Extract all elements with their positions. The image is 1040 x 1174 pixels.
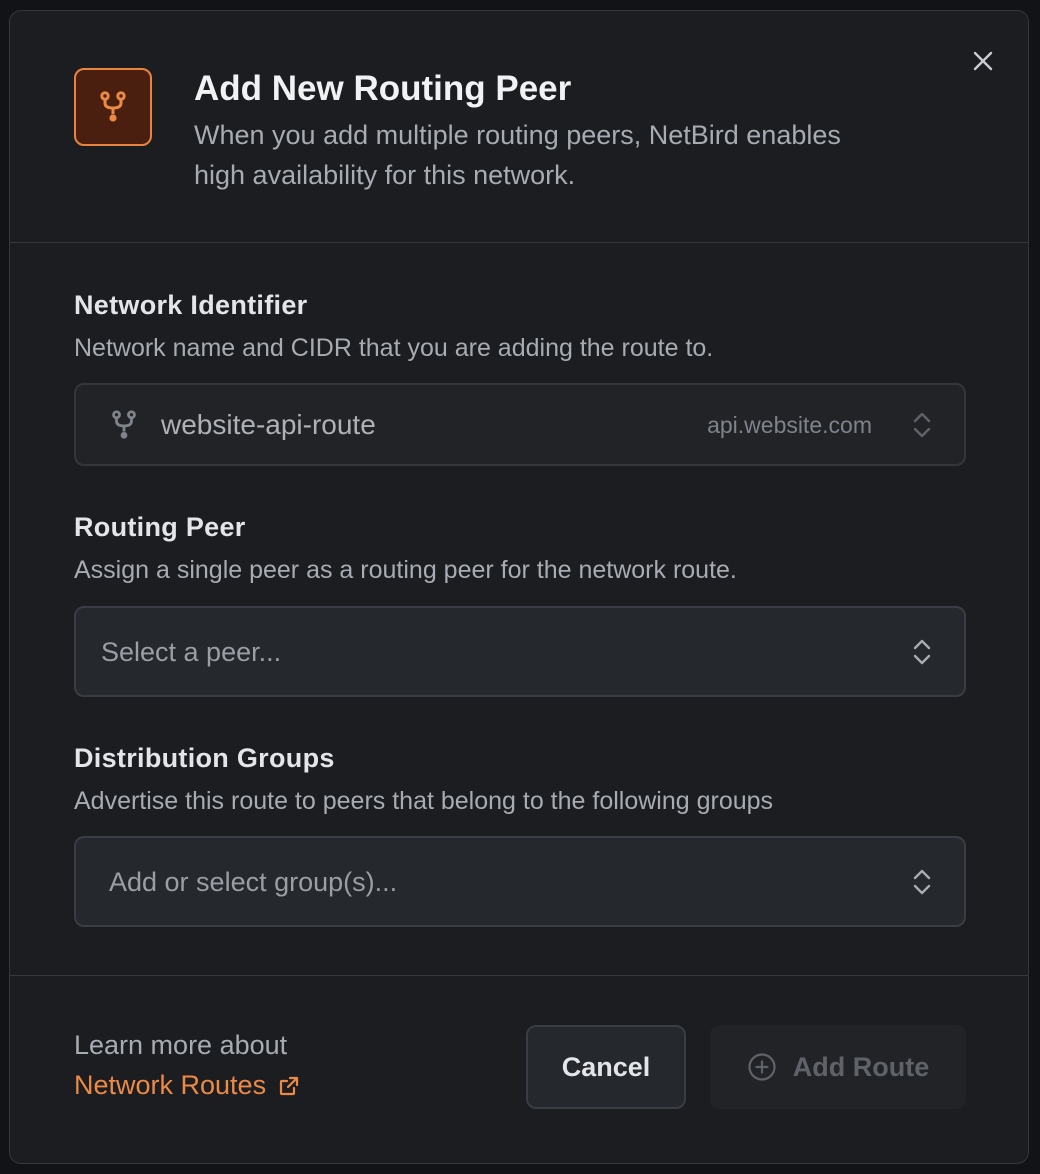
distribution-groups-label: Distribution Groups — [74, 743, 335, 773]
add-routing-peer-dialog: Add New Routing Peer When you add multip… — [9, 10, 1029, 1164]
network-identifier-help: Network name and CIDR that you are addin… — [74, 334, 714, 362]
dialog-subtitle: When you add multiple routing peers, Net… — [194, 120, 841, 190]
network-domain-value: api.website.com — [707, 412, 872, 438]
close-button[interactable] — [968, 46, 998, 76]
chevron-up-down-icon — [913, 412, 931, 437]
dialog-title: Add New Routing Peer — [194, 69, 572, 108]
add-route-button[interactable]: Add Route — [710, 1025, 966, 1109]
route-icon — [112, 410, 136, 439]
header-icon-box — [74, 68, 152, 146]
footer-divider — [10, 975, 1028, 976]
network-name-value: website-api-route — [161, 409, 376, 440]
routing-peer-help: Assign a single peer as a routing peer f… — [74, 556, 737, 584]
chevron-up-down-icon — [913, 639, 931, 664]
distribution-groups-placeholder: Add or select group(s)... — [109, 867, 398, 897]
route-icon — [100, 91, 126, 122]
distribution-groups-help: Advertise this route to peers that belon… — [74, 787, 774, 815]
distribution-groups-select[interactable]: Add or select group(s)... — [74, 836, 966, 927]
close-icon — [973, 51, 993, 71]
external-link-icon — [279, 1076, 299, 1095]
routing-peer-placeholder: Select a peer... — [101, 637, 282, 667]
learn-more-text: Learn more about — [74, 1030, 288, 1060]
routing-peer-select[interactable]: Select a peer... — [74, 606, 966, 697]
header-divider — [10, 242, 1028, 243]
network-identifier-field: website-api-route api.website.com — [74, 383, 966, 466]
routing-peer-label: Routing Peer — [74, 512, 246, 542]
cancel-button[interactable]: Cancel — [526, 1025, 686, 1109]
add-route-label: Add Route — [792, 1051, 930, 1082]
network-routes-link-label: Network Routes — [74, 1070, 267, 1100]
network-identifier-label: Network Identifier — [74, 290, 308, 320]
plus-circle-icon — [748, 1053, 776, 1081]
chevron-up-down-icon — [913, 869, 931, 894]
network-routes-link[interactable]: Network Routes — [74, 1070, 300, 1101]
